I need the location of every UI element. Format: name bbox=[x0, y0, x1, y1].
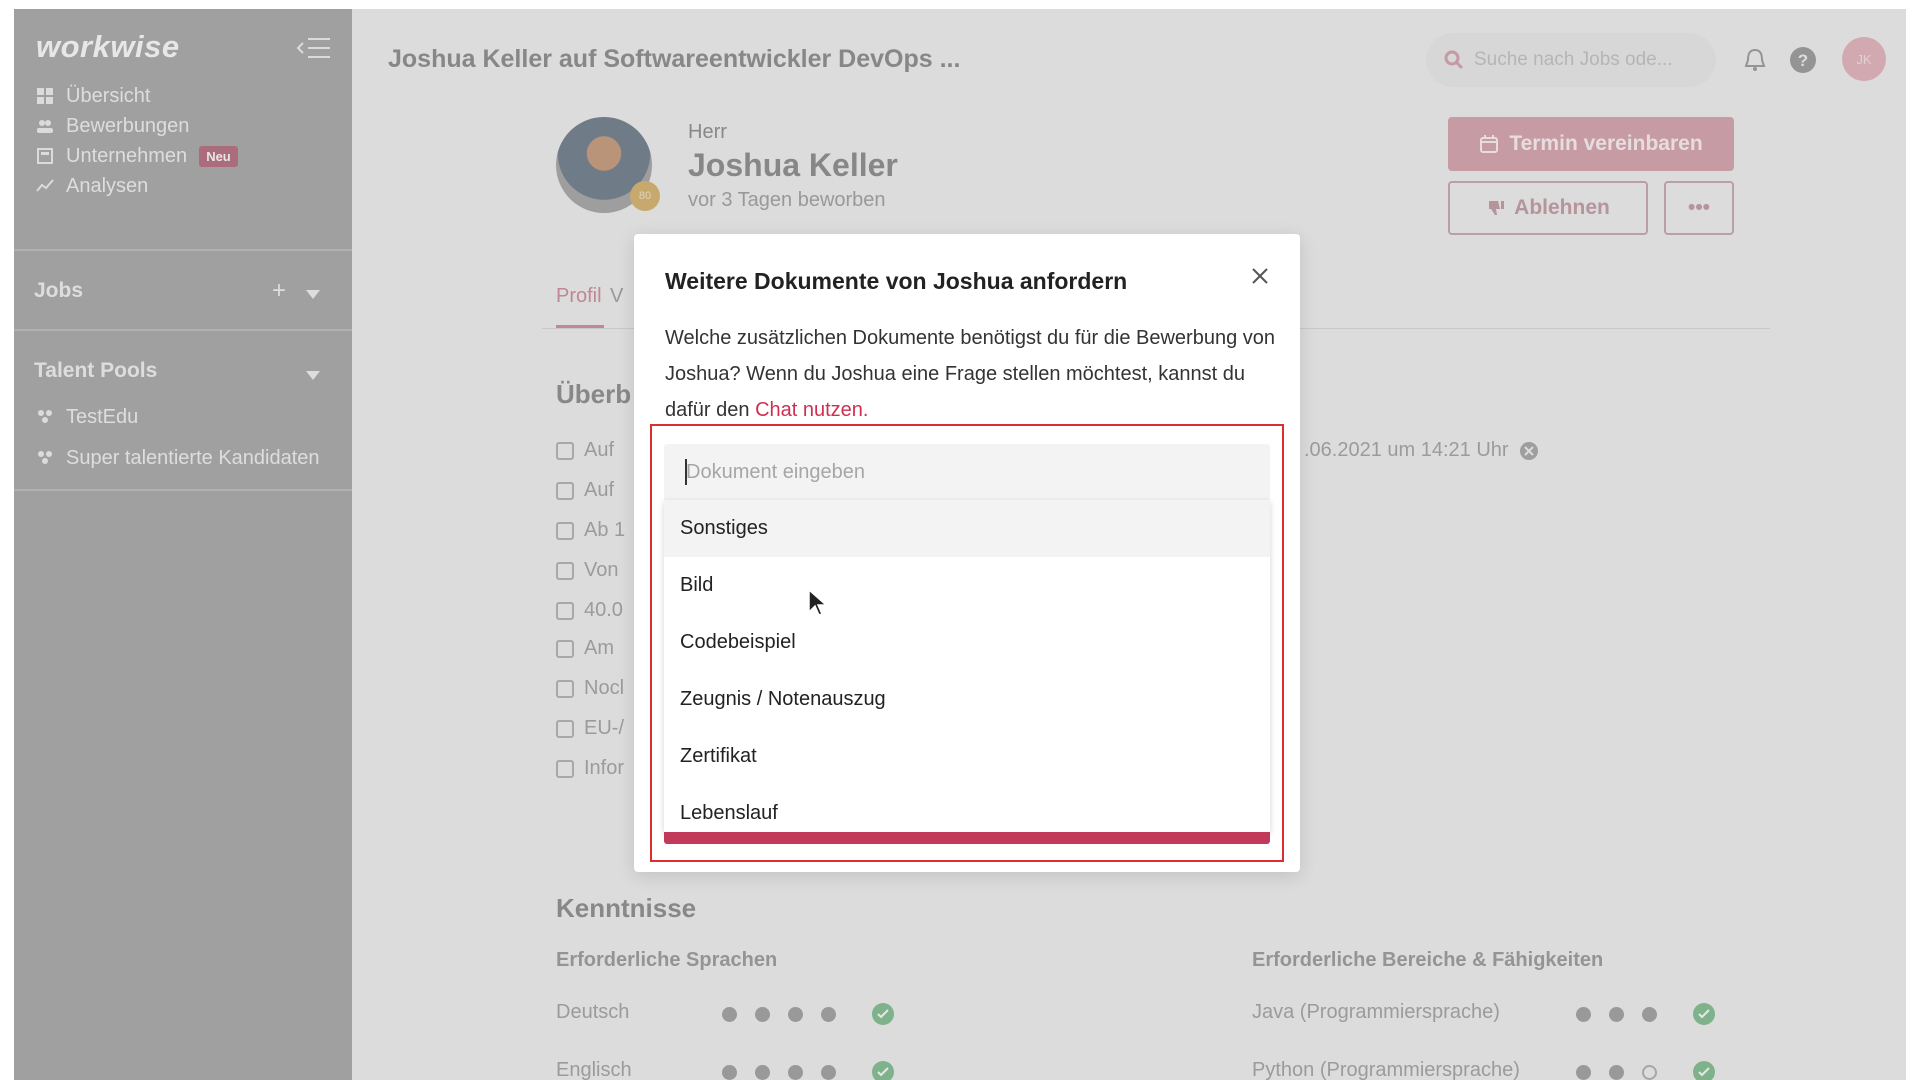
option-codebeispiel[interactable]: Codebeispiel bbox=[664, 614, 1270, 671]
modal-title: Weitere Dokumente von Joshua anfordern bbox=[665, 268, 1128, 294]
document-input[interactable] bbox=[664, 444, 1270, 500]
option-zeugnis[interactable]: Zeugnis / Notenauszug bbox=[664, 671, 1270, 728]
modal-description: Welche zusätzlichen Dokumente benötigst … bbox=[665, 320, 1275, 428]
option-lebenslauf[interactable]: Lebenslauf bbox=[664, 785, 1270, 832]
mouse-cursor-icon bbox=[808, 588, 828, 616]
request-documents-modal: Weitere Dokumente von Joshua anfordern W… bbox=[634, 234, 1300, 872]
option-sonstiges[interactable]: Sonstiges bbox=[664, 500, 1270, 557]
option-zertifikat[interactable]: Zertifikat bbox=[664, 728, 1270, 785]
option-bild[interactable]: Bild bbox=[664, 557, 1270, 614]
document-options-dropdown[interactable]: Sonstiges Bild Codebeispiel Zeugnis / No… bbox=[664, 500, 1270, 832]
close-icon[interactable] bbox=[1248, 264, 1272, 288]
dropdown-bottom-bar bbox=[664, 832, 1270, 844]
chat-link[interactable]: Chat nutzen. bbox=[755, 399, 868, 421]
text-caret bbox=[685, 459, 687, 485]
